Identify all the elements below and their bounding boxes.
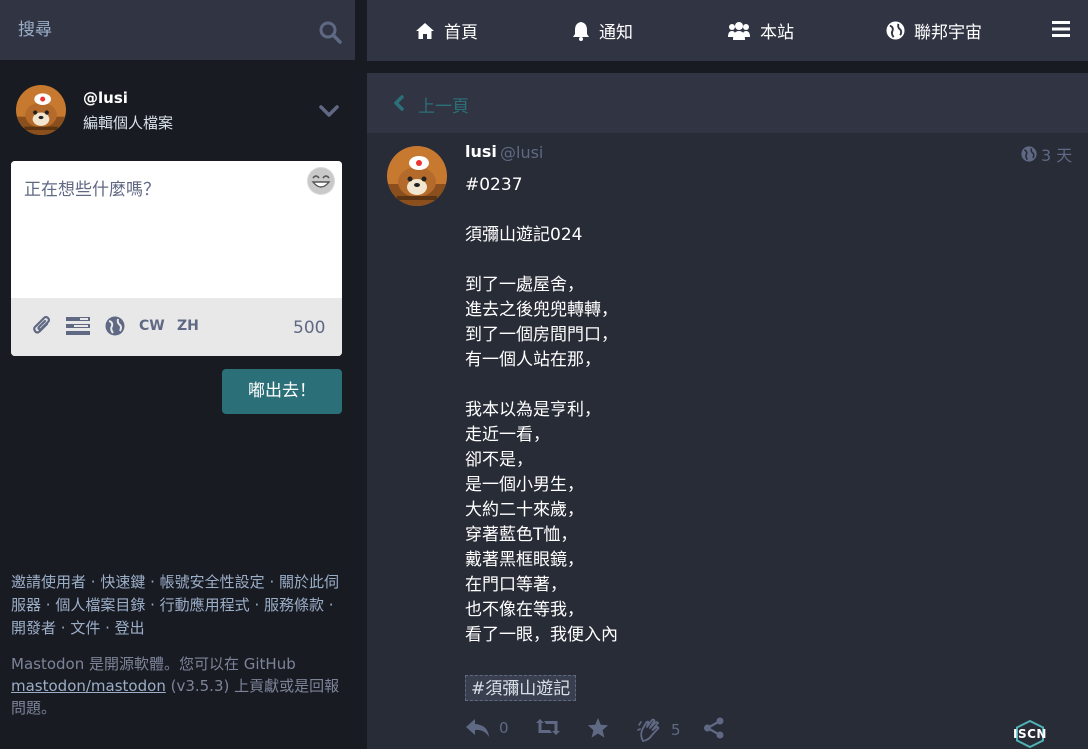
chevron-left-icon: [394, 95, 404, 111]
home-icon: [416, 22, 434, 39]
menu-icon[interactable]: [1051, 19, 1071, 39]
account-handle[interactable]: @lusi: [500, 143, 543, 162]
content-paragraph: #0237: [465, 173, 1065, 198]
footer-about-text: Mastodon 是開源軟體。您可以在 GitHub: [11, 655, 296, 673]
content-paragraph: 我本以為是亨利， 走近一看， 卻不是， 是一個小男生， 大約二十來歲， 穿著藍色…: [465, 398, 1065, 648]
star-icon: [587, 717, 609, 738]
search-icon[interactable]: [318, 20, 342, 44]
back-label: 上一頁: [418, 97, 469, 117]
language-button[interactable]: ZH: [177, 318, 199, 334]
footer-about: Mastodon 是開源軟體。您可以在 GitHub mastodon/mast…: [11, 653, 343, 719]
content-line: #0237: [465, 175, 523, 195]
status-action-bar: 0 5: [465, 717, 1065, 745]
footer-link[interactable]: 行動應用程式: [160, 596, 250, 614]
footer-link[interactable]: 文件: [70, 619, 100, 637]
content-line: 到了一處屋舍，: [465, 275, 584, 295]
footer-link[interactable]: 服務條款: [264, 596, 324, 614]
users-icon: [728, 21, 750, 40]
emoji-reaction-count: 5: [671, 721, 681, 739]
content-line: 是一個小男生，: [465, 475, 584, 495]
content-line: 看了一眼，我便入內: [465, 625, 618, 645]
publish-button[interactable]: 嘟出去！: [222, 369, 342, 414]
footer-link[interactable]: 邀請使用者: [11, 573, 86, 591]
avatar[interactable]: [387, 146, 447, 206]
emoji-picker-icon[interactable]: [307, 167, 335, 195]
chevron-down-icon[interactable]: [318, 103, 340, 119]
relative-time: 3 天: [1041, 146, 1073, 165]
status-content: #0237 須彌山遊記024 到了一處屋舍， 進去之後兜兜轉轉， 到了一個房間門…: [465, 173, 1065, 673]
hashtag-link[interactable]: #須彌山遊記: [465, 675, 577, 701]
favourite-button[interactable]: [587, 717, 609, 739]
reply-button[interactable]: 0: [465, 717, 509, 739]
account-handle[interactable]: @lusi: [83, 89, 128, 107]
bell-icon: [573, 21, 589, 41]
top-navigation: 首頁 通知 本站 聯邦宇宙: [367, 0, 1088, 61]
search-bar: [0, 0, 355, 60]
poll-icon[interactable]: [66, 316, 90, 336]
content-line: 走近一看，: [465, 425, 550, 445]
reply-icon: [466, 719, 489, 737]
paperclip-icon[interactable]: [32, 315, 52, 337]
compose-textarea[interactable]: [11, 161, 342, 298]
left-column: @lusi 編輯個人檔案: [0, 0, 355, 749]
globe-icon[interactable]: [105, 316, 125, 336]
content-line: 我本以為是亨利，: [465, 400, 601, 420]
content-warning-button[interactable]: CW: [139, 318, 165, 334]
retweet-icon: [536, 719, 560, 735]
content-line: 進去之後兜兜轉轉，: [465, 300, 618, 320]
nav-federated[interactable]: 聯邦宇宙: [886, 0, 982, 61]
content-line: 大約二十來歲，: [465, 500, 584, 520]
avatar[interactable]: [16, 85, 66, 135]
nav-federated-label: 聯邦宇宙: [914, 23, 982, 43]
nav-notifications-label: 通知: [599, 23, 633, 43]
nav-home[interactable]: 首頁: [415, 0, 478, 61]
emoji-reaction-button[interactable]: 5: [637, 717, 681, 743]
footer-link[interactable]: 登出: [115, 619, 145, 637]
content-line: 戴著黑框眼鏡，: [465, 550, 584, 570]
content-line: 須彌山遊記024: [465, 225, 583, 245]
reply-count: 0: [499, 719, 509, 737]
footer-link[interactable]: 快速鍵: [100, 573, 145, 591]
globe-icon: [1021, 146, 1037, 162]
nav-home-label: 首頁: [444, 23, 478, 43]
content-line: 在門口等著，: [465, 575, 567, 595]
character-counter: 500: [293, 318, 326, 338]
footer-link[interactable]: 開發者: [11, 619, 56, 637]
search-input[interactable]: [0, 0, 300, 60]
boost-button[interactable]: [535, 717, 561, 737]
content-line: 穿著藍色T恤，: [465, 525, 578, 545]
compose-form: CW ZH 500: [11, 161, 342, 356]
iscn-label: ISCN: [1013, 727, 1047, 741]
clapping-hands-icon: [637, 718, 660, 742]
content-line: 也不像在等我，: [465, 600, 584, 620]
share-button[interactable]: [703, 717, 725, 739]
compose-toolbar: CW ZH 500: [11, 298, 342, 356]
nav-local[interactable]: 本站: [727, 0, 794, 61]
status-timestamp[interactable]: 3 天: [1021, 142, 1072, 166]
right-column: 首頁 通知 本站 聯邦宇宙 上一頁 lusi @lusi 3 天 #0237 須…: [367, 0, 1088, 749]
footer-links: 邀請使用者 · 快速鍵 · 帳號安全性設定 · 關於此伺服器 · 個人檔案目錄 …: [11, 573, 339, 637]
iscn-badge[interactable]: ISCN: [1010, 720, 1050, 748]
footer-link[interactable]: 個人檔案目錄: [55, 596, 145, 614]
content-paragraph: 須彌山遊記024: [465, 223, 1065, 248]
share-icon: [704, 717, 724, 739]
footer-link[interactable]: 帳號安全性設定: [160, 573, 265, 591]
back-bar[interactable]: 上一頁: [367, 73, 1088, 133]
nav-local-label: 本站: [760, 23, 794, 43]
account-summary: @lusi 編輯個人檔案: [16, 85, 346, 139]
nav-notifications[interactable]: 通知: [572, 0, 633, 61]
content-line: 卻不是，: [465, 450, 533, 470]
content-line: 到了一個房間門口，: [465, 325, 618, 345]
status-post: lusi @lusi 3 天 #0237 須彌山遊記024 到了一處屋舍， 進去…: [367, 133, 1088, 749]
globe-icon: [886, 21, 905, 40]
display-name[interactable]: lusi: [465, 142, 497, 161]
content-line: 有一個人站在那，: [465, 350, 601, 370]
edit-profile-link[interactable]: 編輯個人檔案: [83, 112, 173, 133]
repo-link[interactable]: mastodon/mastodon: [11, 677, 166, 695]
content-paragraph: 到了一處屋舍， 進去之後兜兜轉轉， 到了一個房間門口， 有一個人站在那，: [465, 273, 1065, 373]
